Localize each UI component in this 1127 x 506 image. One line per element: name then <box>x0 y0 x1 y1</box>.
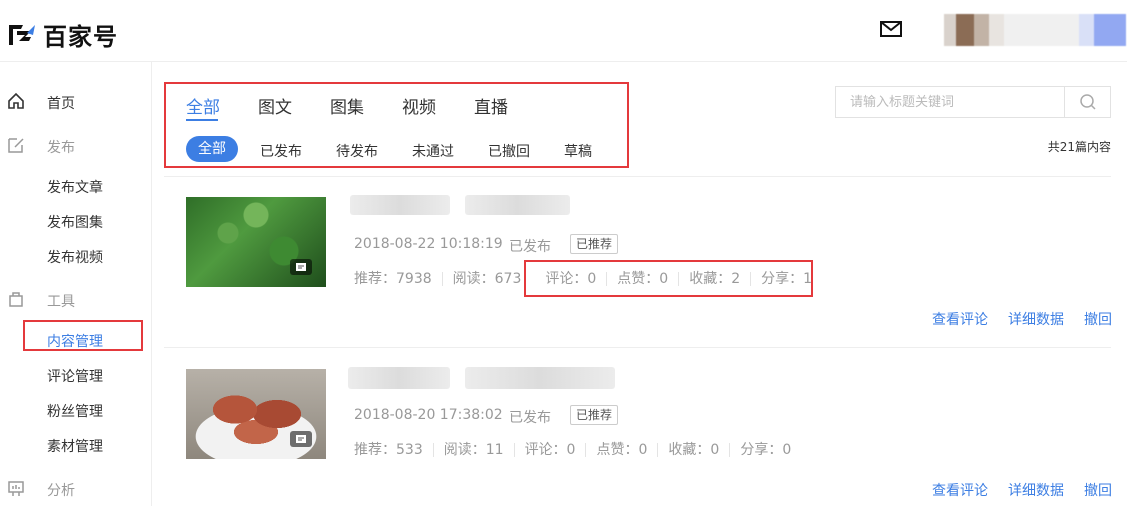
search-icon <box>1079 94 1096 110</box>
user-avatar-blurred[interactable] <box>944 14 1126 46</box>
analysis-icon <box>8 481 24 496</box>
article-title-blurred[interactable] <box>465 367 615 389</box>
logo-text: 百家号 <box>43 23 118 51</box>
article-datetime: 2018-08-22 10:18:19 <box>354 236 503 252</box>
stat-read: 阅读：11 <box>432 443 514 457</box>
tab-gallery[interactable]: 图集 <box>330 93 364 118</box>
stat-recommend: 推荐：7938 <box>354 271 432 287</box>
content-total-count: 共21篇内容 <box>1047 140 1111 154</box>
sidebar-item-material-manage[interactable]: 素材管理 <box>47 436 103 456</box>
view-comments-link[interactable]: 查看评论 <box>932 309 988 329</box>
recommended-badge: 已推荐 <box>570 405 619 425</box>
sidebar-item-publish-video[interactable]: 发布视频 <box>47 247 103 267</box>
baijiahao-logo[interactable]: 百家号 <box>7 17 118 52</box>
sidebar-item-home[interactable]: 首页 <box>47 93 75 113</box>
logo-icon <box>9 24 35 45</box>
detail-data-link[interactable]: 详细数据 <box>1008 480 1064 500</box>
article-status: 已发布 <box>509 410 551 426</box>
top-header: 百家号 <box>0 0 1127 62</box>
list-divider <box>164 347 1111 348</box>
stat-comment: 评论：0 <box>513 443 586 457</box>
home-icon <box>8 92 24 109</box>
search-input[interactable] <box>836 87 1065 117</box>
article-thumbnail[interactable] <box>186 369 326 459</box>
article-stats: 推荐：533 阅读：11 评论：0 点赞：0 收藏：0 分享：0 <box>354 443 801 457</box>
subtab-draft[interactable]: 草稿 <box>564 141 592 161</box>
sidebar-group-publish[interactable]: 发布 <box>47 137 75 157</box>
mail-icon[interactable] <box>879 20 903 38</box>
article-title-blurred[interactable] <box>348 367 450 389</box>
subtab-all[interactable]: 全部 <box>186 136 238 162</box>
sidebar: 首页 发布 发布文章 发布图集 发布视频 工具 内容管理 评论管理 粉丝管理 素… <box>0 62 152 506</box>
edit-icon <box>8 138 24 153</box>
view-comments-link[interactable]: 查看评论 <box>932 480 988 500</box>
article-datetime: 2018-08-20 17:38:02 <box>354 407 503 423</box>
tab-article[interactable]: 图文 <box>258 93 292 118</box>
article-title-blurred[interactable] <box>465 195 570 215</box>
tab-video[interactable]: 视频 <box>402 93 436 118</box>
list-divider <box>164 176 1111 177</box>
detail-data-link[interactable]: 详细数据 <box>1008 309 1064 329</box>
stat-like: 点赞：0 <box>585 443 657 457</box>
sidebar-item-content-manage[interactable]: 内容管理 <box>47 331 103 351</box>
subtab-rejected[interactable]: 未通过 <box>412 141 454 161</box>
stat-share: 分享：0 <box>729 443 801 457</box>
subtab-published[interactable]: 已发布 <box>260 141 302 161</box>
stat-recommend: 推荐：533 <box>354 442 423 458</box>
stat-favorite: 收藏：0 <box>657 443 729 457</box>
sidebar-item-fans-manage[interactable]: 粉丝管理 <box>47 401 103 421</box>
sidebar-group-tools[interactable]: 工具 <box>47 291 75 311</box>
subtab-withdrawn[interactable]: 已撤回 <box>488 141 530 161</box>
stat-read: 阅读：673 <box>441 272 532 286</box>
article-thumbnail[interactable] <box>186 197 326 287</box>
article-type-icon <box>290 431 312 447</box>
withdraw-link[interactable]: 撤回 <box>1084 480 1112 500</box>
sidebar-group-analysis[interactable]: 分析 <box>47 480 75 500</box>
article-title-blurred[interactable] <box>350 195 450 215</box>
article-type-icon <box>290 259 312 275</box>
tab-all[interactable]: 全部 <box>186 93 220 118</box>
toolbag-icon <box>9 292 23 307</box>
tab-live[interactable]: 直播 <box>474 93 508 118</box>
recommended-badge: 已推荐 <box>570 234 619 254</box>
sidebar-item-comment-manage[interactable]: 评论管理 <box>47 366 103 386</box>
search-button[interactable] <box>1064 87 1110 117</box>
sidebar-item-publish-gallery[interactable]: 发布图集 <box>47 212 103 232</box>
article-status: 已发布 <box>509 239 551 255</box>
subtab-pending[interactable]: 待发布 <box>336 141 378 161</box>
interaction-stats-highlight <box>524 260 813 297</box>
sidebar-item-publish-article[interactable]: 发布文章 <box>47 177 103 197</box>
search-box <box>835 86 1111 118</box>
tab-active-underline <box>186 119 218 121</box>
withdraw-link[interactable]: 撤回 <box>1084 309 1112 329</box>
